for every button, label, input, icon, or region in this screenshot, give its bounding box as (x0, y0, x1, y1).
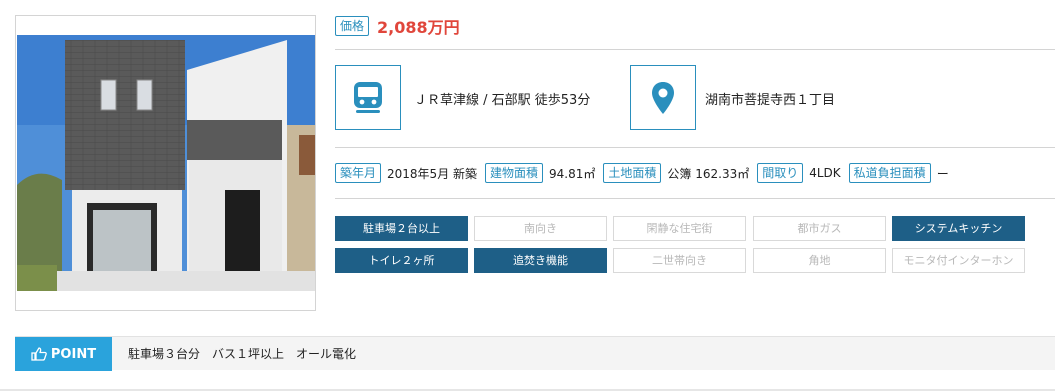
spec-row: 築年月 2018年5月 新築 建物面積 94.81㎡ 土地面積 公簿 162.3… (335, 162, 957, 184)
feature-tag: モニタ付インターホン (892, 248, 1025, 273)
train-icon (354, 81, 382, 113)
feature-tag: 角地 (753, 248, 886, 273)
feature-tag: トイレ２ヶ所 (335, 248, 468, 273)
spec-value-land-area: 公簿 162.33㎡ (667, 166, 750, 181)
price-value: 2,088万円 (377, 18, 460, 37)
spec-value-built: 2018年5月 新築 (387, 166, 478, 181)
spec-value-layout: 4LDK (809, 166, 841, 180)
feature-tag: システムキッチン (892, 216, 1025, 241)
spec-label-building-area: 建物面積 (485, 163, 544, 183)
feature-tag: 追焚き機能 (474, 248, 607, 273)
location-pin-icon (652, 81, 674, 114)
spec-label-layout: 間取り (757, 163, 804, 183)
feature-tag: 二世帯向き (613, 248, 746, 273)
price-label: 価格 (335, 16, 370, 36)
divider (335, 49, 1055, 50)
feature-tag: 駐車場２台以上 (335, 216, 468, 241)
point-text: 駐車場３台分 バス１坪以上 オール電化 (128, 347, 357, 361)
spec-label-built: 築年月 (335, 163, 382, 183)
train-icon-box (335, 65, 401, 130)
divider (335, 147, 1055, 148)
divider (335, 198, 1055, 199)
point-bar: POINT 駐車場３台分 バス１坪以上 オール電化 (15, 336, 1055, 371)
thumbs-up-icon (31, 347, 47, 361)
property-photo[interactable] (17, 35, 315, 291)
spec-value-building-area: 94.81㎡ (549, 166, 596, 181)
spec-label-land-area: 土地面積 (603, 163, 662, 183)
feature-tag: 南向き (474, 216, 607, 241)
point-label: POINT (15, 337, 112, 371)
feature-tag: 都市ガス (753, 216, 886, 241)
spec-value-private-road: ー (936, 166, 949, 181)
location-icon-box (630, 65, 696, 130)
price-row: 価格 2,088万円 (335, 14, 460, 38)
feature-tag: 閑静な住宅街 (613, 216, 746, 241)
spec-label-private-road: 私道負担面積 (848, 163, 931, 183)
station-text: ＪＲ草津線 / 石部駅 徒歩53分 (414, 93, 591, 108)
address-text: 湖南市菩提寺西１丁目 (705, 93, 836, 108)
point-label-text: POINT (50, 346, 97, 362)
property-photo-frame (15, 15, 316, 311)
house-image (17, 35, 315, 291)
